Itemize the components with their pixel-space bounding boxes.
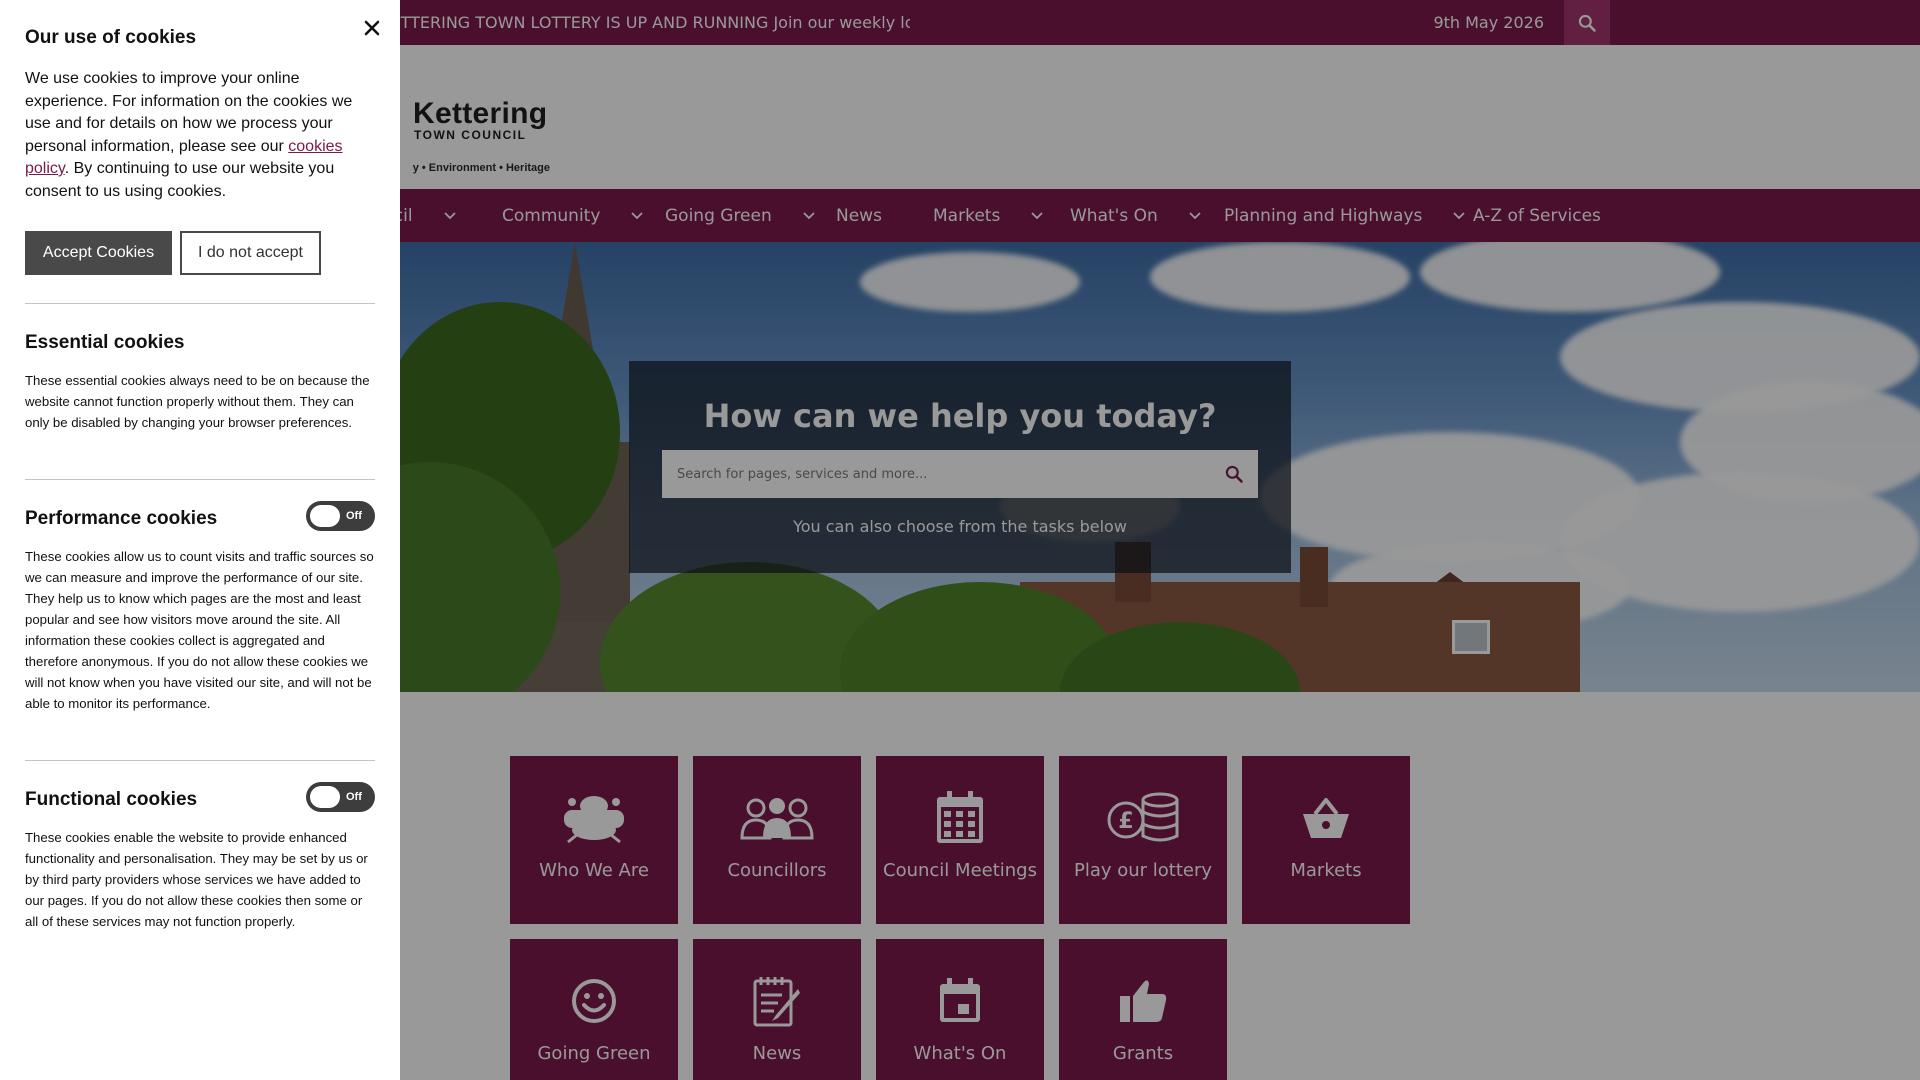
decline-cookies-button[interactable]: I do not accept xyxy=(180,231,321,275)
essential-cookies-heading: Essential cookies xyxy=(25,332,185,353)
essential-cookies-text: These essential cookies always need to b… xyxy=(25,373,370,430)
close-icon xyxy=(364,20,380,36)
toggle-state-label: Off xyxy=(346,791,362,803)
toggle-knob xyxy=(310,786,340,808)
functional-cookies-text: These cookies enable the website to prov… xyxy=(25,830,368,929)
accept-cookies-button[interactable]: Accept Cookies xyxy=(25,231,172,275)
toggle-knob xyxy=(310,505,340,527)
cookie-intro-text: We use cookies to improve your online ex… xyxy=(25,68,365,203)
functional-cookies-heading: Functional cookies xyxy=(25,789,198,810)
cookie-panel-title: Our use of cookies xyxy=(25,27,197,48)
close-button[interactable] xyxy=(359,15,385,41)
cookie-consent-panel: Our use of cookies We use cookies to imp… xyxy=(0,0,400,1080)
performance-cookies-heading: Performance cookies xyxy=(25,508,218,529)
functional-cookies-toggle[interactable]: Off xyxy=(306,782,375,812)
performance-cookies-toggle[interactable]: Off xyxy=(306,501,375,531)
divider xyxy=(25,760,375,761)
divider xyxy=(25,479,375,480)
divider xyxy=(25,303,375,304)
performance-cookies-text: These cookies allow us to count visits a… xyxy=(25,549,374,711)
cookie-intro-after: . By continuing to use our website you c… xyxy=(25,160,335,200)
toggle-state-label: Off xyxy=(346,510,362,522)
